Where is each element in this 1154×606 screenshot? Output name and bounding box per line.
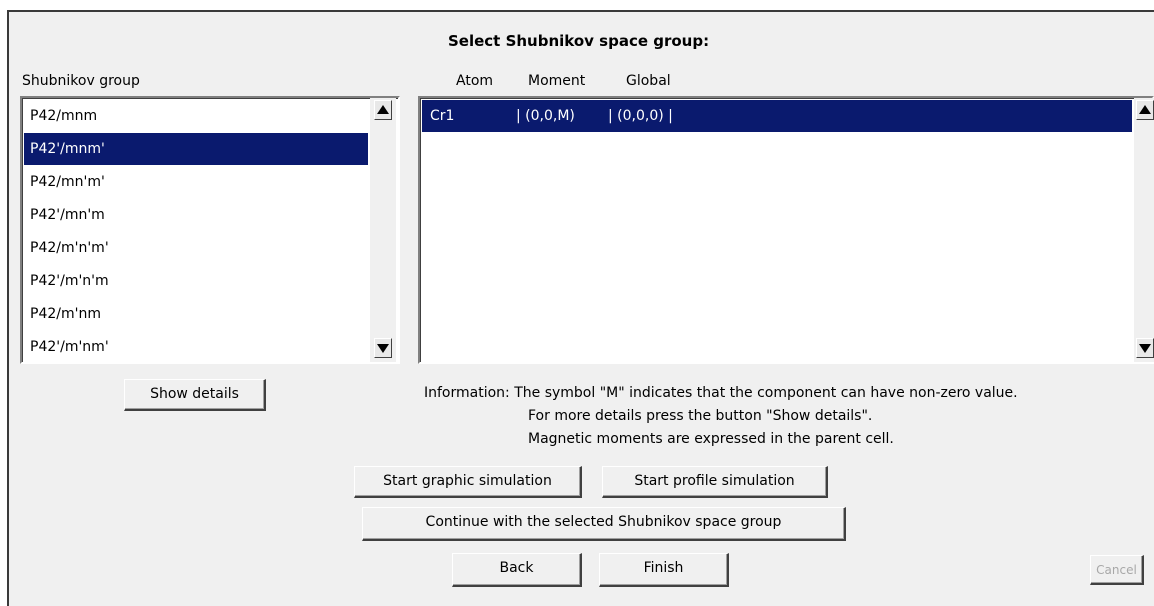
info-line-1: Information: The symbol "M" indicates th… — [424, 385, 1018, 401]
moments-scroll-up-button[interactable] — [1136, 100, 1154, 120]
finish-button[interactable]: Finish — [599, 553, 729, 587]
scroll-down-icon — [1139, 344, 1151, 353]
list-item[interactable]: P42/m'nm — [24, 298, 368, 330]
scroll-down-icon — [377, 344, 389, 353]
moments-list-scrollbar[interactable] — [1134, 98, 1154, 362]
list-item[interactable]: P42'/m'n'm — [24, 265, 368, 297]
dialog-title: Select Shubnikov space group: — [448, 32, 710, 50]
start-profile-simulation-button[interactable]: Start profile simulation — [602, 466, 828, 498]
info-line-3: Magnetic moments are expressed in the pa… — [528, 431, 894, 447]
list-item[interactable]: P42'/mnm' — [24, 133, 368, 165]
start-graphic-simulation-button[interactable]: Start graphic simulation — [354, 466, 582, 498]
global-column-header: Global — [626, 73, 671, 89]
group-scroll-up-button[interactable] — [374, 100, 392, 120]
moment-column-header: Moment — [528, 73, 586, 89]
atom-name: Cr1 — [430, 108, 455, 124]
info-line-2: For more details press the button "Show … — [528, 408, 873, 424]
group-list-scrollbar[interactable] — [370, 98, 396, 362]
atom-moment: | (0,0,M) — [516, 108, 575, 124]
show-details-button[interactable]: Show details — [124, 379, 266, 411]
list-item[interactable]: P42/mnm — [24, 100, 368, 132]
moments-scroll-down-button[interactable] — [1136, 338, 1154, 358]
shubnikov-group-list[interactable]: P42/mnm P42'/mnm' P42/mn'm' P42'/mn'm P42/m'… — [20, 96, 400, 364]
list-item[interactable]: P42/m'n'm' — [24, 232, 368, 264]
atom-column-header: Atom — [456, 73, 494, 89]
scroll-up-icon — [377, 105, 389, 114]
list-item[interactable]: Cr1 | (0,0,M) | (0,0,0) | — [422, 100, 1132, 132]
atom-global: | (0,0,0) | — [608, 108, 673, 124]
list-item[interactable]: P42/mn'm' — [24, 166, 368, 198]
scroll-up-icon — [1139, 105, 1151, 114]
atom-moments-list[interactable]: Cr1 | (0,0,M) | (0,0,0) | — [418, 96, 1154, 364]
continue-button[interactable]: Continue with the selected Shubnikov spa… — [362, 507, 846, 541]
groups-header: Shubnikov group — [22, 73, 140, 89]
group-scroll-down-button[interactable] — [374, 338, 392, 358]
list-item[interactable]: P42'/m'nm' — [24, 331, 368, 363]
list-item[interactable]: P42'/mn'm — [24, 199, 368, 231]
cancel-button[interactable]: Cancel — [1090, 555, 1144, 585]
back-button[interactable]: Back — [452, 553, 582, 587]
